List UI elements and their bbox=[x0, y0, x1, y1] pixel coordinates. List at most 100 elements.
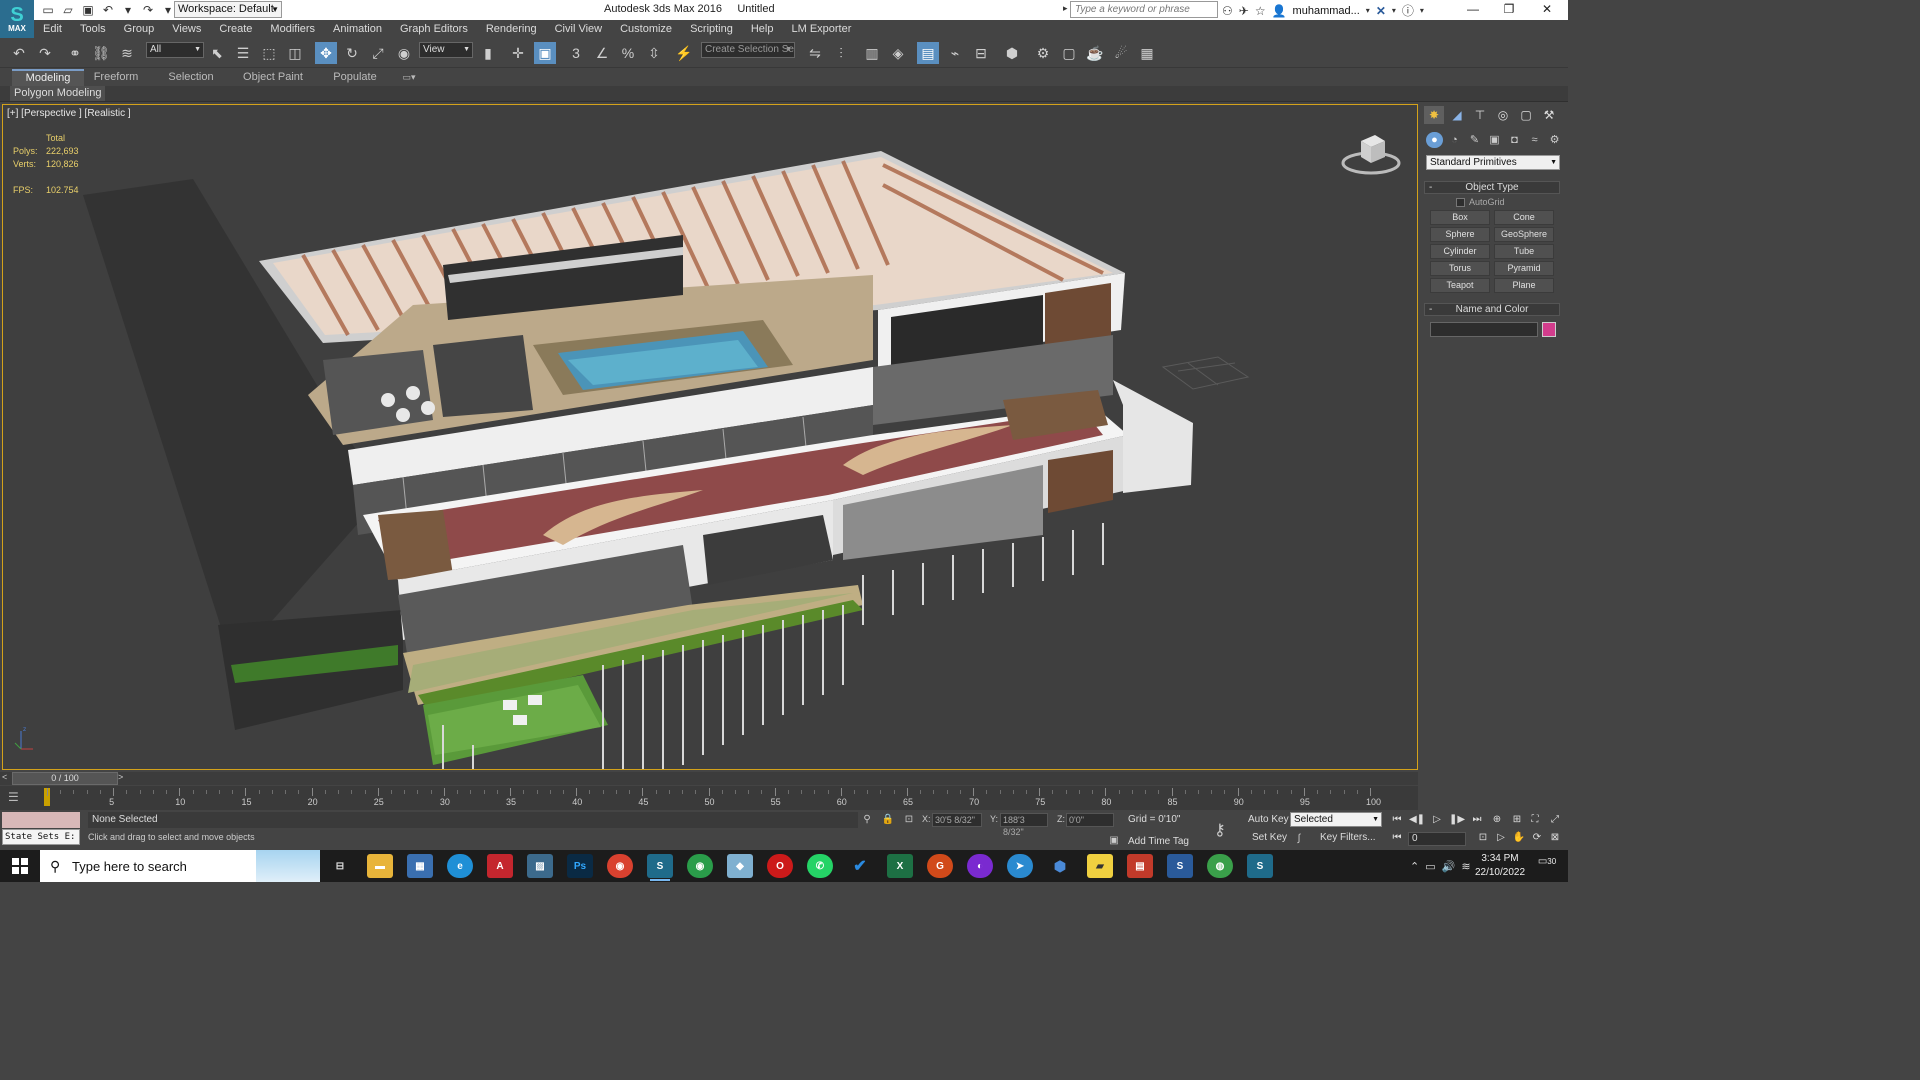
tab-object-paint[interactable]: Object Paint bbox=[240, 69, 306, 86]
zoom-icon[interactable]: ⊕ bbox=[1488, 812, 1506, 828]
lights-icon[interactable]: ✎ bbox=[1466, 132, 1483, 148]
edge-browser-icon[interactable]: e bbox=[447, 854, 473, 878]
modify-tab-icon[interactable]: ◢ bbox=[1447, 106, 1467, 124]
select-and-scale-icon[interactable]: ⤢ bbox=[367, 42, 389, 64]
absolute-mode-icon[interactable]: ⊡ bbox=[902, 813, 916, 827]
cameras-icon[interactable]: ▣ bbox=[1486, 132, 1503, 148]
tab-populate[interactable]: Populate bbox=[328, 69, 382, 86]
menu-create[interactable]: Create bbox=[210, 20, 261, 38]
ribbon-options-icon[interactable]: ▭▾ bbox=[398, 69, 420, 86]
favorites-star-icon[interactable]: ☆ bbox=[1255, 4, 1266, 18]
a360-render-icon[interactable]: ▦ bbox=[1136, 42, 1158, 64]
chrome-profile-icon[interactable]: ◉ bbox=[687, 854, 713, 878]
walk-through-icon[interactable]: ⊠ bbox=[1546, 830, 1564, 846]
undo-dropdown-icon[interactable]: ▾ bbox=[120, 2, 136, 18]
cube-app-icon[interactable]: ⬢ bbox=[1047, 854, 1073, 878]
z-coordinate-field[interactable]: 0'0" bbox=[1066, 813, 1114, 827]
viewcube-icon[interactable] bbox=[1341, 129, 1401, 179]
open-file-icon[interactable]: ▱ bbox=[60, 2, 76, 18]
torus-button[interactable]: Torus bbox=[1430, 261, 1490, 276]
time-slider-next-icon[interactable]: > bbox=[118, 772, 128, 782]
whatsapp-icon[interactable]: ✆ bbox=[807, 854, 833, 878]
auto-key-button[interactable]: Auto Key bbox=[1248, 814, 1289, 825]
autocad-icon[interactable]: ▨ bbox=[527, 854, 553, 878]
zoom-extents-icon[interactable]: ⊞ bbox=[1508, 812, 1526, 828]
pivot-point-center-icon[interactable]: ▮ bbox=[477, 42, 499, 64]
select-and-rotate-icon[interactable]: ↻ bbox=[341, 42, 363, 64]
sticky-notes-icon[interactable]: ▰ bbox=[1087, 854, 1113, 878]
minimize-button[interactable]: — bbox=[1456, 0, 1490, 20]
material-editor-icon[interactable]: ⬢ bbox=[1001, 42, 1023, 64]
geosphere-button[interactable]: GeoSphere bbox=[1494, 227, 1554, 242]
percent-snap-icon[interactable]: % bbox=[617, 42, 639, 64]
spinner-snap-icon[interactable]: ⇳ bbox=[643, 42, 665, 64]
photoshop-icon[interactable]: Ps bbox=[567, 854, 593, 878]
menu-customize[interactable]: Customize bbox=[611, 20, 681, 38]
y-coordinate-field[interactable]: 188'3 8/32" bbox=[1000, 813, 1048, 837]
taskbar-search-input[interactable]: ⚲ Type here to search bbox=[40, 850, 320, 882]
set-keys-icon[interactable]: ⚷ bbox=[1214, 820, 1226, 840]
menu-scripting[interactable]: Scripting bbox=[681, 20, 742, 38]
polygon-modeling-panel[interactable]: Polygon Modeling bbox=[10, 86, 106, 101]
field-of-view-icon[interactable]: ✋ bbox=[1510, 830, 1528, 846]
exchange-dropdown-icon[interactable]: ▾ bbox=[1392, 6, 1396, 15]
time-slider-prev-icon[interactable]: < bbox=[2, 772, 12, 782]
snaps-toggle-icon[interactable]: 3 bbox=[565, 42, 587, 64]
user-icon[interactable]: 👤 bbox=[1272, 4, 1287, 18]
time-slider-thumb[interactable]: 0 / 100 bbox=[12, 772, 118, 785]
help-icon[interactable]: ⓘ bbox=[1402, 2, 1414, 19]
winrar-icon[interactable]: ▤ bbox=[1127, 854, 1153, 878]
space-warps-icon[interactable]: ≈ bbox=[1526, 132, 1543, 148]
perspective-viewport[interactable]: [+] [Perspective ] [Realistic ] Total Po… bbox=[2, 104, 1418, 770]
installer-icon[interactable]: S bbox=[1167, 854, 1193, 878]
play-icon[interactable]: ▷ bbox=[1428, 812, 1446, 828]
undo-icon[interactable]: ↶ bbox=[100, 2, 116, 18]
edit-named-selection-icon[interactable]: ⚡ bbox=[673, 42, 695, 64]
render-iterative-icon[interactable]: ☄ bbox=[1110, 42, 1132, 64]
hierarchy-tab-icon[interactable]: ⊤ bbox=[1470, 106, 1490, 124]
close-button[interactable]: ✕ bbox=[1530, 0, 1564, 20]
menu-views[interactable]: Views bbox=[163, 20, 210, 38]
layer-explorer-icon[interactable]: ◈ bbox=[887, 42, 909, 64]
tab-selection[interactable]: Selection bbox=[164, 69, 218, 86]
notification-center-icon[interactable]: ▭30 bbox=[1534, 856, 1560, 876]
named-selection-sets-dropdown[interactable]: Create Selection Se ▼ bbox=[701, 42, 795, 58]
menu-edit[interactable]: Edit bbox=[34, 20, 71, 38]
cylinder-button[interactable]: Cylinder bbox=[1430, 244, 1490, 259]
excel-icon[interactable]: X bbox=[887, 854, 913, 878]
scene-explorer-icon[interactable]: ▥ bbox=[861, 42, 883, 64]
object-name-field[interactable] bbox=[1430, 322, 1538, 337]
menu-rendering[interactable]: Rendering bbox=[477, 20, 546, 38]
shapes-icon[interactable]: ◔ bbox=[1446, 132, 1463, 148]
rectangular-selection-icon[interactable]: ⬚ bbox=[258, 42, 280, 64]
track-bar-menu-icon[interactable]: ☰ bbox=[8, 790, 26, 806]
systems-icon[interactable]: ⚙ bbox=[1546, 132, 1563, 148]
grammarly-icon[interactable]: G bbox=[927, 854, 953, 878]
communication-center-icon[interactable]: ✈ bbox=[1239, 4, 1249, 18]
name-and-color-rollout[interactable]: - Name and Color bbox=[1424, 303, 1560, 316]
maximize-button[interactable]: ❐ bbox=[1492, 0, 1526, 20]
network-app-icon[interactable]: ◍ bbox=[1207, 854, 1233, 878]
geometry-icon[interactable]: ● bbox=[1426, 132, 1443, 148]
select-by-name-icon[interactable]: ☰ bbox=[232, 42, 254, 64]
go-to-start-icon[interactable]: ⏮ bbox=[1388, 812, 1406, 828]
rendered-frame-window-icon[interactable]: ▢ bbox=[1058, 42, 1080, 64]
keyboard-shortcut-override-icon[interactable]: ▣ bbox=[534, 42, 556, 64]
reference-coordinate-dropdown[interactable]: View ▼ bbox=[419, 42, 473, 58]
set-key-button[interactable]: Set Key bbox=[1252, 832, 1287, 843]
telegram-icon[interactable]: ➤ bbox=[1007, 854, 1033, 878]
select-and-move-icon[interactable]: ✥ bbox=[315, 42, 337, 64]
menu-lm-exporter[interactable]: LM Exporter bbox=[782, 20, 860, 38]
key-mode-toggle-icon[interactable]: ⏮ bbox=[1388, 830, 1406, 846]
menu-civil-view[interactable]: Civil View bbox=[546, 20, 611, 38]
teapot-button[interactable]: Teapot bbox=[1430, 278, 1490, 293]
calculator-icon[interactable]: ▦ bbox=[407, 854, 433, 878]
menu-animation[interactable]: Animation bbox=[324, 20, 391, 38]
next-frame-icon[interactable]: ❚▶ bbox=[1448, 812, 1466, 828]
menu-tools[interactable]: Tools bbox=[71, 20, 115, 38]
maxscript-mini-listener[interactable]: State Sets E: bbox=[2, 829, 80, 845]
sketchup-icon[interactable]: ◆ bbox=[727, 854, 753, 878]
add-time-tag-button[interactable]: Add Time Tag bbox=[1128, 836, 1189, 847]
current-frame-field[interactable]: 0 bbox=[1408, 832, 1466, 846]
menu-graph-editors[interactable]: Graph Editors bbox=[391, 20, 477, 38]
